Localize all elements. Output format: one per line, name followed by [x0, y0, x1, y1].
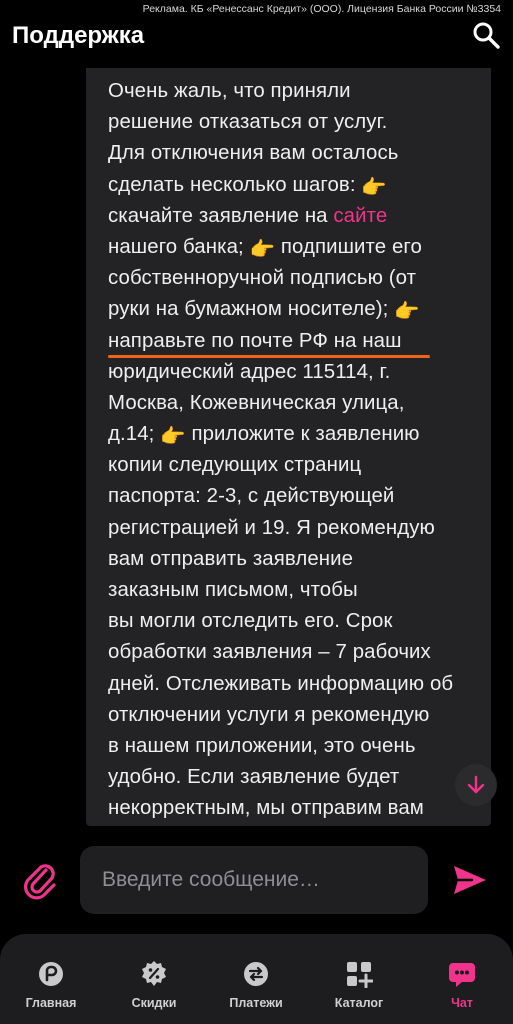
support-message-bubble: Очень жаль, что приняли решение отказать… — [86, 68, 491, 826]
message-line: дней. Отслеживать информацию об — [108, 672, 454, 695]
home-icon — [39, 962, 63, 986]
payments-icon — [244, 962, 268, 986]
nav-item-payments[interactable]: Платежи — [216, 960, 296, 1010]
message-line: вы могли отследить его. Срок — [108, 610, 393, 633]
pointing-hand-icon: 👉 — [394, 301, 420, 324]
message-line: в нашем приложении, это очень — [108, 734, 416, 757]
message-line: д.14; 👉 приложите к заявлению — [108, 419, 480, 450]
chat-icon — [449, 963, 475, 987]
message-line: нашего банка; 👉 подпишите его — [108, 232, 480, 263]
message-line: копии следующих страниц — [108, 454, 362, 477]
message-composer — [0, 846, 513, 916]
pointing-hand-icon: 👉 — [160, 426, 186, 449]
message-line-highlighted: направьте по почте РФ на наш — [108, 326, 480, 358]
site-link[interactable]: сайте — [333, 205, 387, 227]
message-line: юридический адрес 115114, г. — [108, 360, 391, 383]
scroll-down-button[interactable] — [455, 764, 497, 806]
catalog-icon — [347, 962, 373, 988]
message-line: решение отказаться от услуг. — [108, 111, 388, 134]
chat-area[interactable]: Очень жаль, что приняли решение отказать… — [0, 68, 513, 826]
message-line: удобно. Если заявление будет — [108, 766, 400, 789]
page-title: Поддержка — [12, 22, 145, 49]
message-line: скачайте заявление на сайте — [108, 204, 388, 227]
message-line: заказным письмом, чтобы — [108, 579, 358, 601]
message-input[interactable] — [80, 846, 428, 914]
message-text: Очень жаль, что приняли решение отказать… — [108, 76, 480, 825]
search-icon[interactable] — [471, 20, 501, 50]
message-line: собственноручной подписью (от — [108, 267, 417, 290]
message-line: Очень жаль, что приняли — [108, 80, 351, 102]
send-icon[interactable] — [452, 864, 488, 896]
message-line: Москва, Кожевническая улица, — [108, 391, 405, 414]
bottom-navigation: Главная Скидки Платежи Каталог Чат — [0, 934, 513, 1024]
nav-item-home[interactable]: Главная — [11, 960, 91, 1010]
message-line: руки на бумажном носителе); 👉 — [108, 294, 480, 325]
header: Поддержка — [12, 20, 501, 54]
pointing-hand-icon: 👉 — [361, 176, 387, 199]
ad-disclaimer: Реклама. КБ «Ренессанс Кредит» (ООО). Ли… — [142, 3, 501, 15]
message-line: обработки заявления – 7 рабочих — [108, 641, 431, 664]
message-line: регистрацией и 19. Я рекомендую — [108, 516, 435, 539]
discount-icon — [142, 961, 166, 986]
nav-item-catalog[interactable]: Каталог — [319, 960, 399, 1010]
nav-item-chat[interactable]: Чат — [422, 960, 502, 1010]
nav-item-discounts[interactable]: Скидки — [114, 960, 194, 1010]
message-line: паспорта: 2-3, с действующей — [108, 485, 395, 508]
paperclip-icon[interactable] — [22, 860, 58, 900]
message-line: отключении услуги я рекомендую — [108, 703, 430, 726]
message-line: Для отключения вам осталось — [108, 142, 399, 165]
pointing-hand-icon: 👉 — [249, 238, 276, 261]
arrow-down-icon — [467, 775, 485, 794]
message-line: сделать несколько шагов: 👉 — [108, 170, 480, 201]
message-line: вам отправить заявление — [108, 547, 354, 570]
message-line: некорректным, мы отправим вам — [108, 797, 424, 820]
